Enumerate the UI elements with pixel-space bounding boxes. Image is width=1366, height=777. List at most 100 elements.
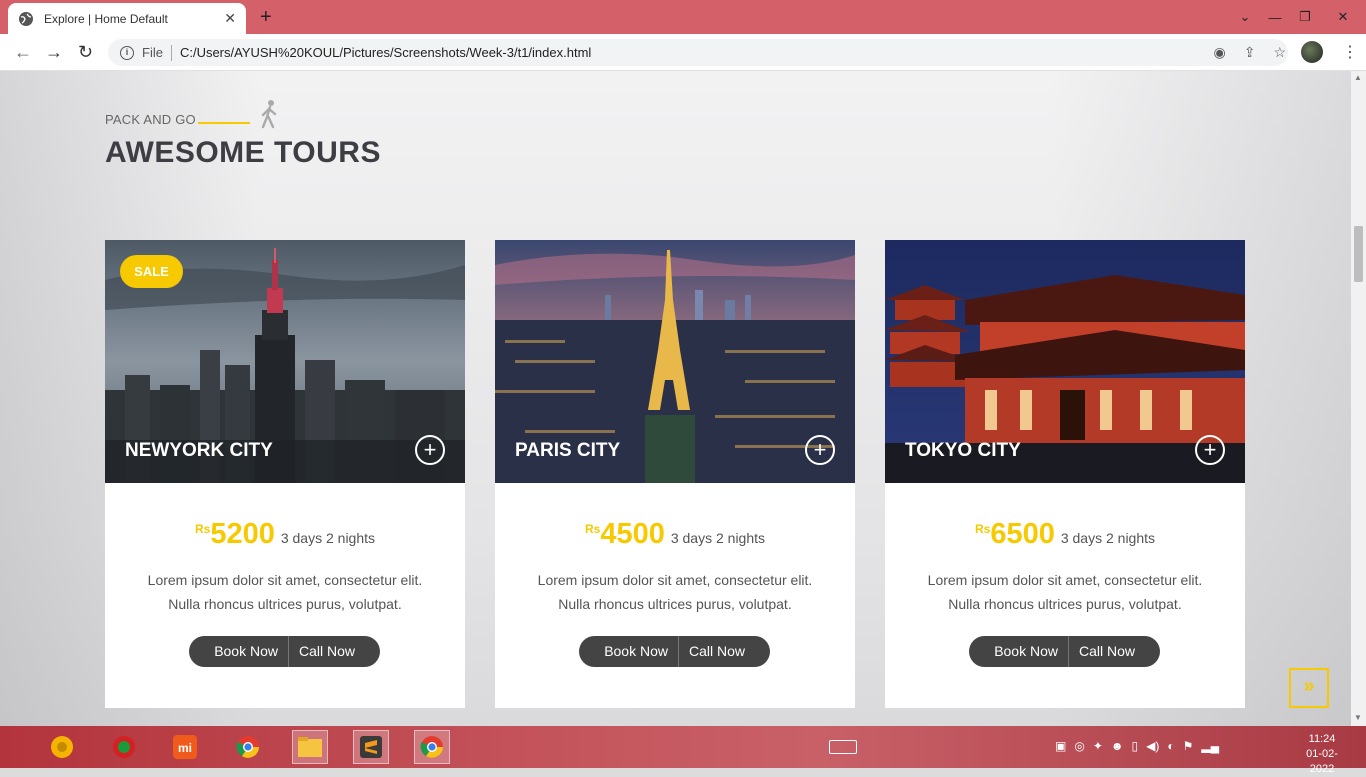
book-now-button[interactable]: Book Now xyxy=(189,636,289,667)
app-launcher-icon[interactable] xyxy=(44,730,80,764)
url-text[interactable]: C:/Users/AYUSH%20KOUL/Pictures/Screensho… xyxy=(180,45,1288,60)
back-button[interactable]: ← xyxy=(14,42,32,63)
traveler-icon xyxy=(261,100,277,129)
tab-search-icon[interactable]: ⌄ xyxy=(1230,9,1260,25)
currency-label: Rs xyxy=(584,522,601,536)
tour-photo[interactable]: SALE NEWYORK CITY + xyxy=(105,240,465,483)
keyboard-icon[interactable] xyxy=(829,740,857,754)
tab-title: Explore | Home Default xyxy=(44,11,168,26)
tour-duration: 3 days 2 nights xyxy=(1060,530,1156,546)
description-line: Nulla rhoncus ultrices purus, volutpat. xyxy=(168,596,402,612)
info-icon[interactable]: i xyxy=(120,45,134,60)
volume-icon[interactable]: ◀) xyxy=(1146,739,1159,753)
omnibox-divider xyxy=(170,44,172,61)
description-line: Lorem ipsum dolor sit amet, consectetur … xyxy=(927,572,1203,588)
city-title: NEWYORK CITY xyxy=(125,440,273,461)
booking-buttons: Book Now Call Now xyxy=(579,636,770,667)
city-title: PARIS CITY xyxy=(515,440,621,461)
booking-buttons: Book Now Call Now xyxy=(189,636,380,667)
call-now-button[interactable]: Call Now xyxy=(679,636,770,667)
price-amount: 5200 xyxy=(210,518,275,550)
profile-avatar[interactable] xyxy=(1301,41,1323,63)
svg-text:mi: mi xyxy=(178,741,192,755)
booking-buttons: Book Now Call Now xyxy=(969,636,1160,667)
section-title: AWESOME TOURS xyxy=(105,136,381,169)
description-line: Lorem ipsum dolor sit amet, consectetur … xyxy=(147,572,423,588)
tour-description: Lorem ipsum dolor sit amet, consectetur … xyxy=(495,568,855,616)
close-window-button[interactable]: ✕ xyxy=(1320,9,1366,25)
plus-icon[interactable]: + xyxy=(805,435,835,465)
book-now-button[interactable]: Book Now xyxy=(969,636,1069,667)
new-tab-button[interactable]: + xyxy=(260,6,272,29)
tour-duration: 3 days 2 nights xyxy=(280,530,376,546)
network-flag-icon[interactable]: ⚑ xyxy=(1183,739,1194,753)
signal-icon[interactable]: ▂▄ xyxy=(1201,739,1219,753)
chrome-icon[interactable] xyxy=(230,730,266,764)
clock-time: 11:24 xyxy=(1308,733,1336,745)
tour-photo[interactable]: TOKYO CITY + xyxy=(885,240,1245,483)
price-row: Rs6500 3 days 2 nights xyxy=(885,518,1245,551)
call-now-button[interactable]: Call Now xyxy=(1069,636,1160,667)
sale-badge: SALE xyxy=(120,255,183,288)
minimize-button[interactable]: — xyxy=(1260,10,1290,25)
reload-button[interactable]: ↻ xyxy=(78,42,93,63)
section-subheading: PACK AND GO xyxy=(105,112,196,127)
description-line: Nulla rhoncus ultrices purus, volutpat. xyxy=(558,596,792,612)
tray-circle-icon[interactable]: ◐ xyxy=(1167,739,1174,753)
subheading-underline xyxy=(198,122,250,124)
star-icon[interactable]: ☆ xyxy=(1273,44,1286,61)
system-tray: ▣ ◎ ✦ ☻ ▯ ◀) ◐ ⚑ ▂▄ xyxy=(1055,739,1219,753)
tour-description: Lorem ipsum dolor sit amet, consectetur … xyxy=(105,568,465,616)
uc-browser-icon[interactable] xyxy=(106,730,142,764)
globe-icon xyxy=(19,11,33,26)
tray-user-icon[interactable]: ☻ xyxy=(1111,739,1124,753)
browser-tab[interactable]: Explore | Home Default ✕ xyxy=(8,3,246,34)
city-title: TOKYO CITY xyxy=(905,440,1021,461)
tab-close-icon[interactable]: ✕ xyxy=(224,10,236,27)
tour-card: SALE NEWYORK CITY + Rs5200 3 days 2 night… xyxy=(105,240,465,708)
address-bar: ← → ↻ i File C:/Users/AYUSH%20KOUL/Pictu… xyxy=(0,34,1366,71)
tray-colors-icon[interactable]: ✦ xyxy=(1093,739,1103,753)
mi-app-icon[interactable]: mi xyxy=(167,730,203,764)
page-scrollbar[interactable]: ▲ ▼ xyxy=(1351,71,1366,726)
chrome-active-icon[interactable] xyxy=(414,730,450,764)
description-line: Lorem ipsum dolor sit amet, consectetur … xyxy=(537,572,813,588)
tray-app-icon[interactable]: ▣ xyxy=(1055,739,1066,753)
eye-off-icon[interactable]: ◉ xyxy=(1213,44,1225,61)
tour-duration: 3 days 2 nights xyxy=(670,530,766,546)
battery-icon[interactable]: ▯ xyxy=(1132,739,1139,753)
book-now-button[interactable]: Book Now xyxy=(579,636,679,667)
scrollbar-thumb[interactable] xyxy=(1354,226,1363,282)
price-amount: 6500 xyxy=(990,518,1055,550)
browser-tab-strip: Explore | Home Default ✕ + ⌄ — ❐ ✕ xyxy=(0,0,1366,34)
tour-description: Lorem ipsum dolor sit amet, consectetur … xyxy=(885,568,1245,616)
currency-label: Rs xyxy=(194,522,211,536)
tour-card: PARIS CITY + Rs4500 3 days 2 nights Lorem… xyxy=(495,240,855,708)
file-explorer-icon[interactable] xyxy=(292,730,328,764)
tour-card: TOKYO CITY + Rs6500 3 days 2 nights Lorem… xyxy=(885,240,1245,708)
os-taskbar: mi ▣ ◎ ✦ ☻ ▯ ◀) ◐ ⚑ ▂▄ 11:24 01-02-2022 xyxy=(0,726,1366,775)
scroll-down-arrow-icon[interactable]: ▼ xyxy=(1354,713,1362,722)
share-icon[interactable]: ⇪ xyxy=(1244,44,1256,61)
tour-photo[interactable]: PARIS CITY + xyxy=(495,240,855,483)
scroll-up-arrow-icon[interactable]: ▲ xyxy=(1354,73,1362,82)
restore-button[interactable]: ❐ xyxy=(1290,9,1320,25)
omnibox-actions: ◉ ⇪ ☆ xyxy=(1213,44,1286,61)
back-to-top-button[interactable]: » xyxy=(1289,668,1329,708)
plus-icon[interactable]: + xyxy=(1195,435,1225,465)
url-omnibox[interactable]: i File C:/Users/AYUSH%20KOUL/Pictures/Sc… xyxy=(108,39,1288,66)
page-viewport: PACK AND GO AWESOME TOURS SALE NEWYORK C… xyxy=(0,71,1351,726)
tray-search-icon[interactable]: ◎ xyxy=(1074,739,1084,753)
description-line: Nulla rhoncus ultrices purus, volutpat. xyxy=(948,596,1182,612)
menu-kebab-icon[interactable]: ⋮ xyxy=(1342,42,1358,62)
url-scheme-label: File xyxy=(142,45,163,60)
price-row: Rs5200 3 days 2 nights xyxy=(105,518,465,551)
system-clock[interactable]: 11:24 01-02-2022 xyxy=(1294,732,1350,777)
currency-label: Rs xyxy=(974,522,991,536)
call-now-button[interactable]: Call Now xyxy=(289,636,380,667)
price-row: Rs4500 3 days 2 nights xyxy=(495,518,855,551)
sublime-text-icon[interactable] xyxy=(353,730,389,764)
forward-button[interactable]: → xyxy=(45,42,63,63)
clock-date: 01-02-2022 xyxy=(1306,748,1338,775)
plus-icon[interactable]: + xyxy=(415,435,445,465)
